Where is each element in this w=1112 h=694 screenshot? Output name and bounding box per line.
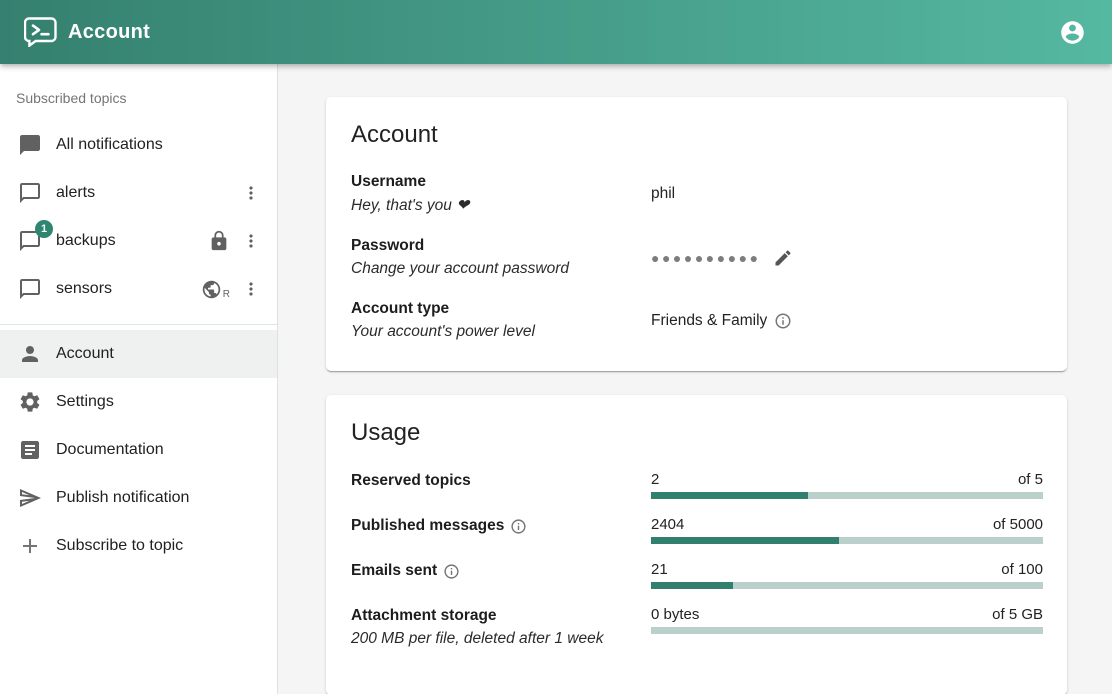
ntfy-logo-icon [24, 17, 57, 47]
sidebar-item-label: All notifications [56, 136, 163, 154]
account-menu-button[interactable] [1055, 15, 1090, 50]
attachment-storage-sublabel: 200 MB per file, deleted after 1 week [351, 630, 651, 648]
emails-sent-current: 21 [651, 561, 668, 578]
document-icon [18, 438, 42, 462]
topic-menu-button[interactable] [239, 229, 263, 253]
unread-count-badge: 1 [35, 220, 53, 238]
usage-card-title: Usage [351, 419, 1043, 447]
published-messages-current: 2404 [651, 516, 684, 533]
edit-pencil-icon [773, 248, 793, 268]
subscribed-topics-label: Subscribed topics [16, 90, 277, 106]
attachment-storage-limit: of 5 GB [992, 606, 1043, 623]
topic-list: All notifications alerts [0, 121, 277, 313]
app-bar: Account [0, 0, 1112, 64]
sidebar-item-sensors[interactable]: sensors R [0, 265, 277, 313]
emails-sent-label: Emails sent [351, 562, 651, 580]
sidebar-item-label: alerts [56, 184, 95, 202]
reserved-topics-limit: of 5 [1018, 471, 1043, 488]
password-sublabel: Change your account password [351, 260, 651, 278]
sidebar-item-subscribe-to-topic[interactable]: Subscribe to topic [0, 522, 277, 570]
emails-sent-limit: of 100 [1001, 561, 1043, 578]
page-title: Account [68, 21, 150, 44]
emails-sent-meter: Emails sent 21 of 100 [351, 561, 1043, 589]
published-messages-meter: Published messages 2404 of 5000 [351, 516, 1043, 544]
lock-icon [208, 230, 230, 252]
sidebar-item-label: Subscribe to topic [56, 537, 183, 555]
chat-outline-icon: 1 [18, 229, 42, 253]
account-type-row: Account type Your account's power level … [351, 300, 1043, 341]
account-type-value: Friends & Family [651, 312, 767, 330]
account-type-label: Account type [351, 300, 651, 318]
info-icon[interactable] [774, 312, 792, 330]
attachment-storage-label: Attachment storage [351, 607, 651, 625]
globe-icon [201, 279, 222, 300]
username-sublabel: Hey, that's you ❤ [351, 196, 651, 215]
sidebar-item-label: backups [56, 232, 116, 250]
sidebar-divider [0, 324, 277, 325]
main-content: Account Username Hey, that's you ❤ phil … [278, 64, 1112, 694]
gear-icon [18, 390, 42, 414]
info-icon[interactable] [510, 518, 527, 535]
progress-bar [651, 627, 1043, 634]
plus-icon [18, 534, 42, 558]
progress-bar [651, 582, 1043, 589]
reserved-topics-current: 2 [651, 471, 659, 488]
account-circle-icon [1059, 19, 1086, 46]
kebab-menu-icon [241, 231, 261, 251]
sidebar-item-label: Documentation [56, 441, 164, 459]
sidebar: Subscribed topics All notifications aler… [0, 64, 278, 694]
sidebar-item-publish-notification[interactable]: Publish notification [0, 474, 277, 522]
reserved-topic-marker: R [201, 279, 230, 300]
chat-outline-icon [18, 277, 42, 301]
username-label: Username [351, 173, 651, 191]
kebab-menu-icon [241, 183, 261, 203]
progress-bar [651, 537, 1043, 544]
sidebar-item-settings[interactable]: Settings [0, 378, 277, 426]
chat-outline-icon [18, 181, 42, 205]
published-messages-label: Published messages [351, 517, 651, 535]
account-type-sublabel: Your account's power level [351, 323, 651, 341]
progress-bar [651, 492, 1043, 499]
sidebar-item-label: Publish notification [56, 489, 189, 507]
kebab-menu-icon [241, 279, 261, 299]
change-password-button[interactable] [771, 246, 795, 270]
attachment-storage-meter: Attachment storage 200 MB per file, dele… [351, 606, 1043, 648]
sidebar-item-label: Account [56, 345, 114, 363]
sidebar-item-all-notifications[interactable]: All notifications [0, 121, 277, 169]
nav-list: Account Settings Documentation Publish n… [0, 330, 277, 570]
usage-card: Usage Reserved topics 2 of 5 Published m… [326, 395, 1067, 694]
sidebar-item-label: sensors [56, 280, 112, 298]
attachment-storage-current: 0 bytes [651, 606, 699, 623]
info-icon[interactable] [443, 563, 460, 580]
username-row: Username Hey, that's you ❤ phil [351, 173, 1043, 215]
send-icon [18, 486, 42, 510]
username-value: phil [651, 185, 675, 203]
password-row: Password Change your account password ●●… [351, 237, 1043, 278]
reserved-topics-meter: Reserved topics 2 of 5 [351, 471, 1043, 499]
published-messages-limit: of 5000 [993, 516, 1043, 533]
account-card-title: Account [351, 121, 1043, 149]
person-icon [18, 342, 42, 366]
reserved-marker-letter: R [223, 290, 230, 300]
topic-menu-button[interactable] [239, 277, 263, 301]
chat-filled-icon [18, 133, 42, 157]
password-label: Password [351, 237, 651, 255]
sidebar-item-account[interactable]: Account [0, 330, 277, 378]
sidebar-item-label: Settings [56, 393, 114, 411]
password-masked-value: ●●●●●●●●●● [651, 251, 761, 265]
reserved-topics-label: Reserved topics [351, 472, 651, 490]
sidebar-item-alerts[interactable]: alerts [0, 169, 277, 217]
topic-menu-button[interactable] [239, 181, 263, 205]
sidebar-item-backups[interactable]: 1 backups [0, 217, 277, 265]
sidebar-item-documentation[interactable]: Documentation [0, 426, 277, 474]
account-card: Account Username Hey, that's you ❤ phil … [326, 97, 1067, 371]
